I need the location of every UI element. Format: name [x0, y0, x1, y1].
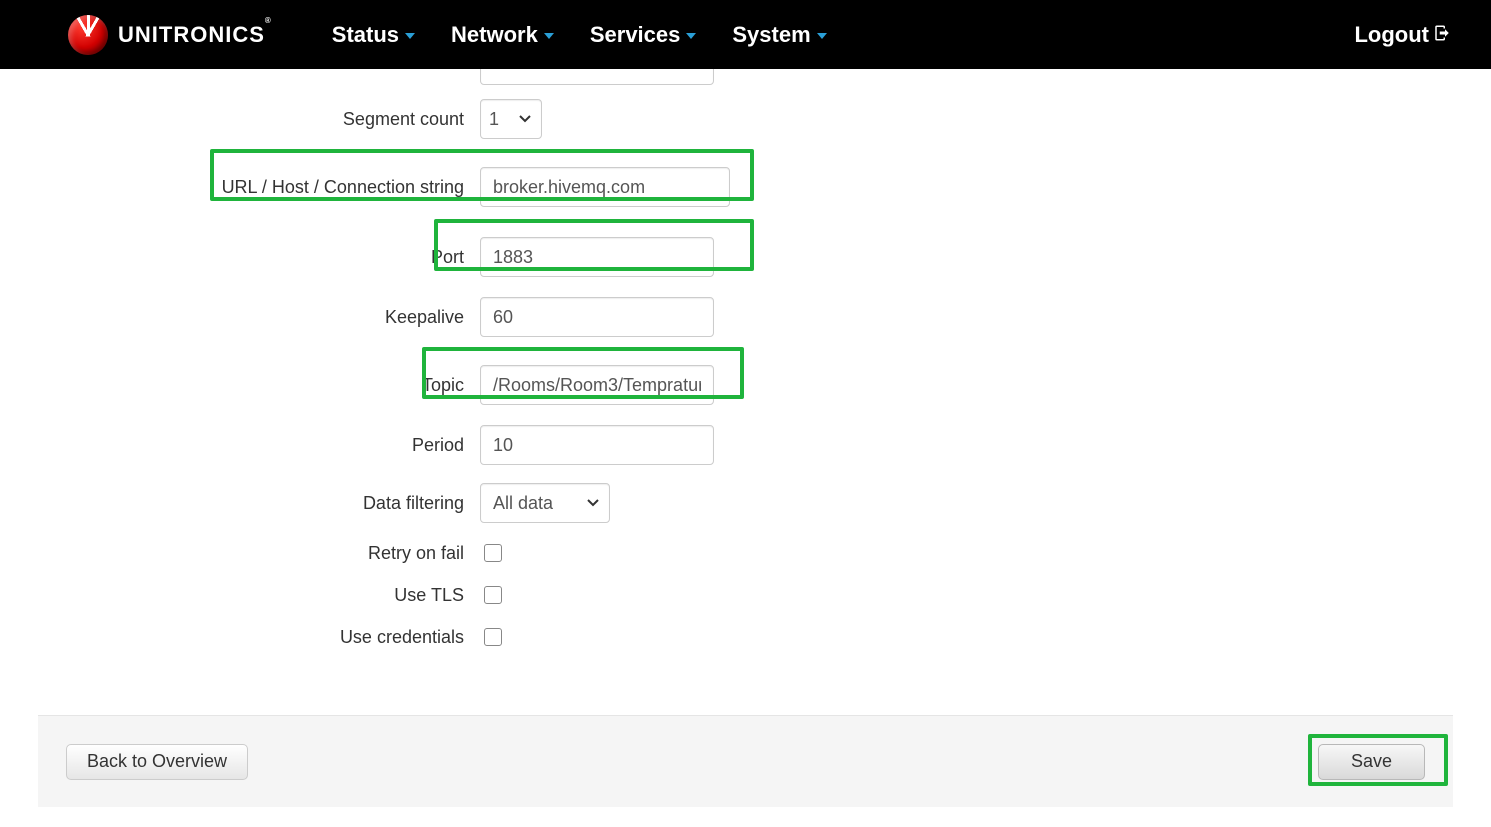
form-row-topic: Topic — [0, 355, 1491, 415]
form-row-use-credentials: Use credentials — [0, 625, 1491, 649]
data-filtering-label: Data filtering — [0, 493, 480, 514]
nav-system[interactable]: System — [732, 22, 826, 48]
logout-icon — [1433, 22, 1451, 48]
use-credentials-checkbox[interactable] — [484, 628, 502, 646]
top-navbar: UNITRONICS® Status Network Services Syst… — [0, 0, 1491, 69]
port-input[interactable] — [480, 237, 714, 277]
keepalive-label: Keepalive — [0, 307, 480, 328]
back-to-overview-button[interactable]: Back to Overview — [66, 744, 248, 780]
form-row-port: Port — [0, 227, 1491, 287]
brand-logo-icon — [68, 15, 108, 55]
form-row-use-tls: Use TLS — [0, 583, 1491, 607]
save-button[interactable]: Save — [1318, 744, 1425, 780]
nav-status[interactable]: Status — [332, 22, 415, 48]
nav-menu: Status Network Services System — [332, 22, 827, 48]
nav-services-label: Services — [590, 22, 681, 48]
nav-system-label: System — [732, 22, 810, 48]
period-input[interactable] — [480, 425, 714, 465]
form-row-keepalive: Keepalive — [0, 297, 1491, 337]
form-row-segment-count: Segment count 1 — [0, 99, 1491, 139]
form-row-data-filtering: Data filtering All data — [0, 483, 1491, 523]
chevron-down-icon — [544, 33, 554, 39]
logout-label: Logout — [1354, 22, 1429, 48]
segment-count-label: Segment count — [0, 109, 480, 130]
nav-services[interactable]: Services — [590, 22, 697, 48]
nav-status-label: Status — [332, 22, 399, 48]
form-row-url-host: URL / Host / Connection string — [0, 157, 1491, 217]
port-label: Port — [0, 247, 480, 268]
form-row-cutoff — [0, 69, 1491, 85]
nav-network-label: Network — [451, 22, 538, 48]
topic-input[interactable] — [480, 365, 714, 405]
url-host-label: URL / Host / Connection string — [0, 177, 480, 198]
chevron-down-icon — [686, 33, 696, 39]
brand-name: UNITRONICS® — [118, 22, 272, 48]
chevron-down-icon — [817, 33, 827, 39]
settings-form: Segment count 1 URL / Host / Connection … — [0, 69, 1491, 649]
keepalive-input[interactable] — [480, 297, 714, 337]
use-credentials-label: Use credentials — [0, 627, 480, 648]
retry-on-fail-label: Retry on fail — [0, 543, 480, 564]
logout-button[interactable]: Logout — [1354, 22, 1451, 48]
period-label: Period — [0, 435, 480, 456]
unknown-field-cutoff[interactable] — [480, 69, 714, 85]
nav-network[interactable]: Network — [451, 22, 554, 48]
footer-bar: Back to Overview Save — [38, 715, 1453, 807]
chevron-down-icon — [405, 33, 415, 39]
url-host-input[interactable] — [480, 167, 730, 207]
data-filtering-select[interactable]: All data — [480, 483, 610, 523]
segment-count-select[interactable]: 1 — [480, 99, 542, 139]
form-row-retry-on-fail: Retry on fail — [0, 541, 1491, 565]
topic-label: Topic — [0, 375, 480, 396]
use-tls-checkbox[interactable] — [484, 586, 502, 604]
retry-on-fail-checkbox[interactable] — [484, 544, 502, 562]
brand-logo[interactable]: UNITRONICS® — [68, 15, 272, 55]
use-tls-label: Use TLS — [0, 585, 480, 606]
form-row-period: Period — [0, 425, 1491, 465]
